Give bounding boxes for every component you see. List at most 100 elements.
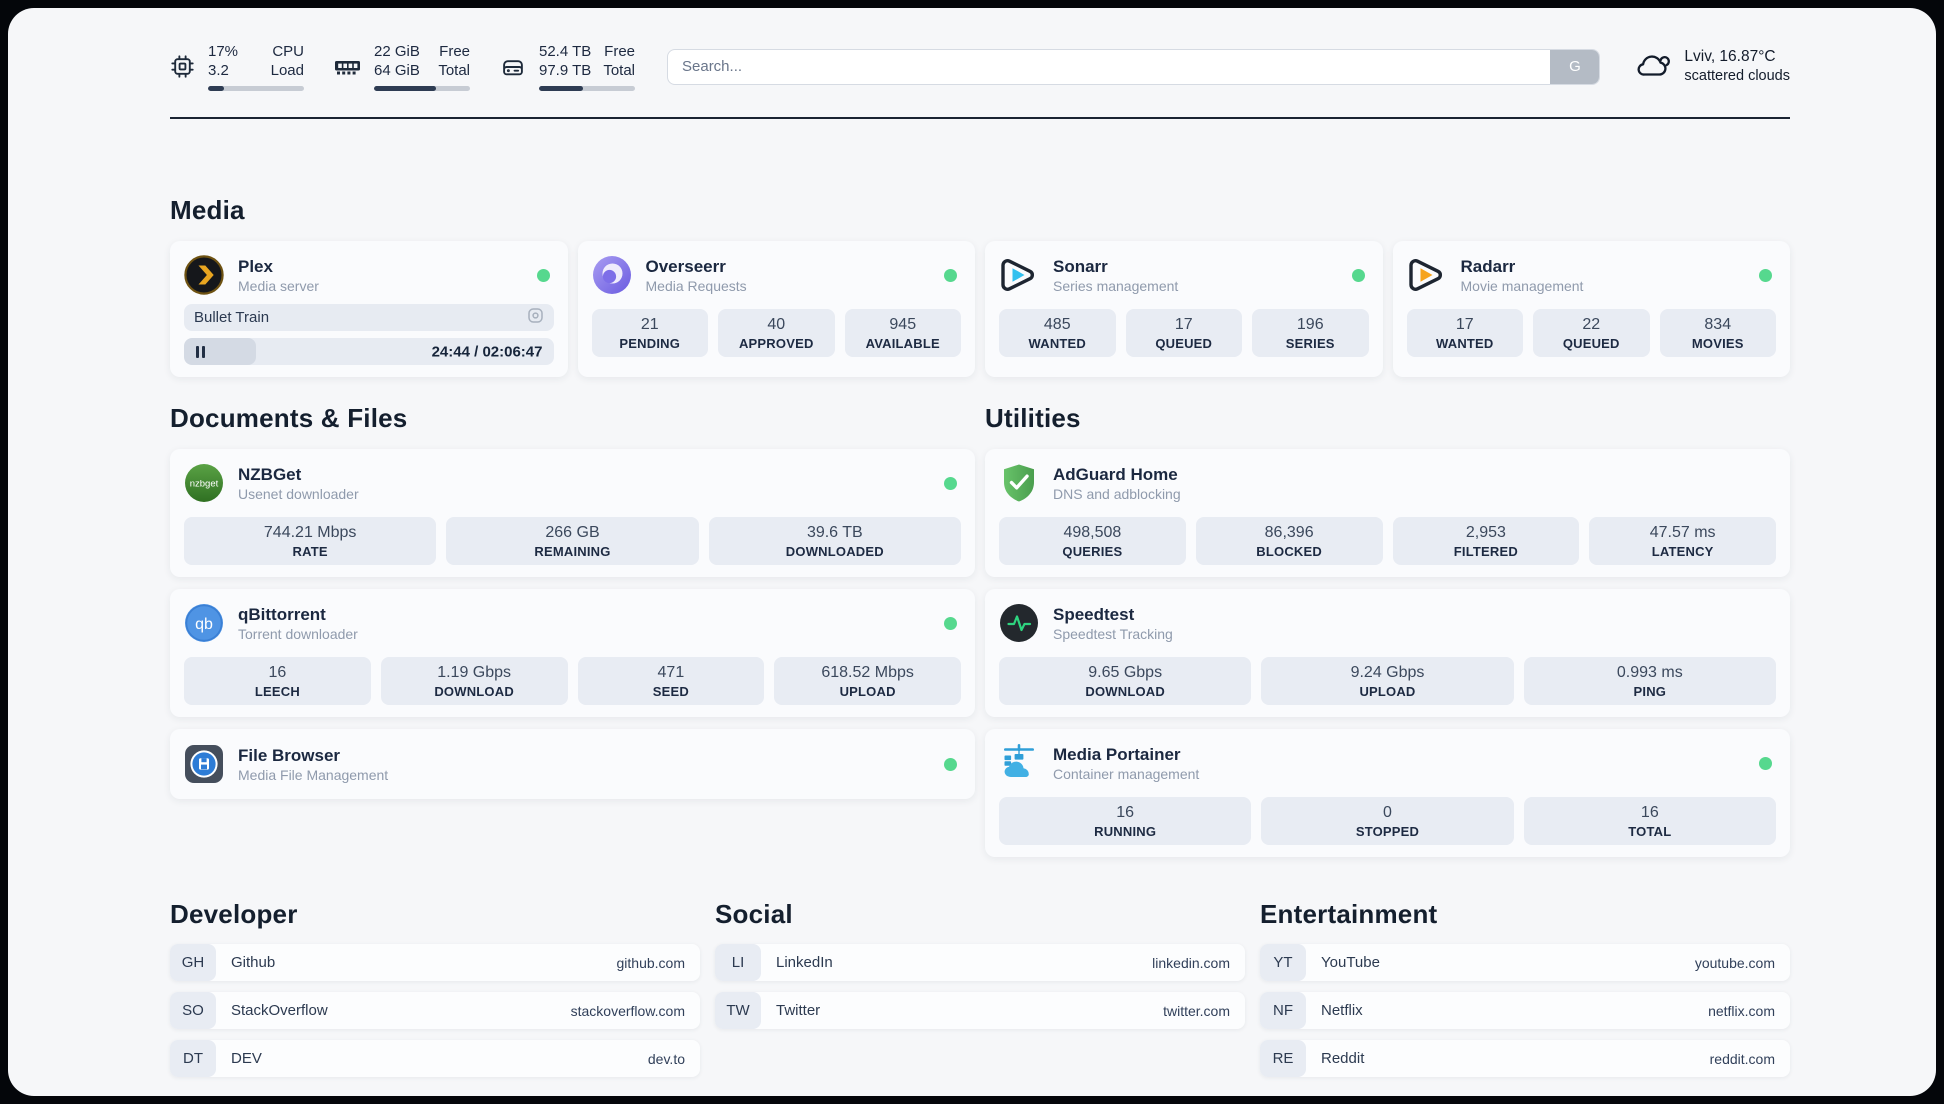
player-progress-fill	[184, 338, 257, 365]
cpu-progress-bar	[208, 86, 304, 91]
disk-progress-bar	[539, 86, 635, 91]
link-url: youtube.com	[1694, 954, 1775, 971]
link-row-github[interactable]: GH Github github.com	[170, 944, 700, 981]
app-name: File Browser	[238, 745, 341, 765]
section-title-social: Social	[715, 899, 793, 929]
link-row-netflix[interactable]: NF Netflix netflix.com	[1260, 992, 1790, 1029]
svg-text:qb: qb	[195, 616, 213, 633]
stat-box: 498,508 QUERIES	[999, 517, 1186, 565]
search-input[interactable]	[667, 48, 1601, 85]
link-row-reddit[interactable]: RE Reddit reddit.com	[1260, 1040, 1790, 1077]
media-grid: Plex Media server Bullet Train 24:44 / 0…	[170, 241, 1790, 377]
speedtest-icon	[999, 603, 1039, 643]
link-abbr: TW	[715, 992, 761, 1029]
ram-progress-bar	[374, 86, 470, 91]
app-card-nzbget[interactable]: nzbget NZBGet Usenet downloader 744.21 M…	[170, 449, 975, 577]
link-url: github.com	[616, 954, 685, 971]
app-card-adguard[interactable]: AdGuard Home DNS and adblocking 498,508 …	[985, 449, 1790, 577]
documents-column: Documents & Files nzbget NZBGet Usenet d…	[170, 401, 975, 799]
weather-condition: scattered clouds	[1684, 68, 1790, 84]
stat-box: 16 LEECH	[184, 657, 371, 705]
link-row-twitter[interactable]: TW Twitter twitter.com	[715, 992, 1245, 1029]
status-online-dot	[944, 757, 957, 771]
adguard-icon	[999, 463, 1039, 503]
app-subtitle: Speedtest Tracking	[1053, 625, 1173, 642]
link-name: StackOverflow	[231, 1002, 328, 1019]
link-url: stackoverflow.com	[570, 1002, 685, 1019]
section-title-entertainment: Entertainment	[1260, 899, 1438, 929]
link-row-linkedin[interactable]: LI LinkedIn linkedin.com	[715, 944, 1245, 981]
status-online-dot	[944, 268, 957, 282]
ram-icon	[334, 57, 361, 77]
app-subtitle: Container management	[1053, 765, 1200, 782]
link-name: Twitter	[776, 1002, 821, 1019]
pause-icon[interactable]	[196, 345, 205, 358]
link-url: twitter.com	[1163, 1002, 1230, 1019]
app-card-portainer[interactable]: Media Portainer Container management 16 …	[985, 729, 1790, 857]
link-row-stackoverflow[interactable]: SO StackOverflow stackoverflow.com	[170, 992, 700, 1029]
link-name: Github	[231, 954, 276, 971]
search-engine-button[interactable]: G	[1550, 49, 1600, 84]
stat-box: 40 APPROVED	[718, 309, 835, 357]
app-name: Overseerr	[645, 256, 726, 276]
ram-values: 22 GiB 64 GiB	[374, 43, 420, 79]
app-card-radarr[interactable]: Radarr Movie management 17 WANTED 22 QUE…	[1392, 241, 1790, 377]
stat-box: 9.65 Gbps DOWNLOAD	[999, 657, 1252, 705]
app-card-filebrowser[interactable]: File Browser Media File Management	[170, 729, 975, 799]
app-card-plex[interactable]: Plex Media server Bullet Train 24:44 / 0…	[170, 241, 568, 377]
disk-widget: 52.4 TB 97.9 TB Free Total	[500, 42, 635, 91]
stat-box: 16 RUNNING	[999, 797, 1252, 845]
link-abbr: YT	[1260, 944, 1306, 981]
social-column: Social LI LinkedIn linkedin.com TW Twitt…	[715, 897, 1245, 1077]
entertainment-column: Entertainment YT YouTube youtube.com NF …	[1260, 897, 1790, 1077]
cloud-icon	[1636, 50, 1672, 83]
disk-values: 52.4 TB 97.9 TB	[539, 43, 592, 79]
topbar-divider	[170, 117, 1790, 119]
app-subtitle: Usenet downloader	[238, 485, 359, 502]
now-playing-title: Bullet Train	[194, 309, 270, 326]
app-name: qBittorrent	[238, 604, 326, 624]
plex-icon	[184, 255, 224, 295]
section-title-documents: Documents & Files	[170, 403, 408, 433]
stat-box: 618.52 Mbps UPLOAD	[774, 657, 961, 705]
system-widgets: 17% 3.2 CPU Load 22 GiB 64 GiB Free Tota…	[170, 42, 635, 91]
cpu-labels: CPU Load	[270, 43, 304, 79]
link-url: dev.to	[647, 1050, 685, 1067]
sonarr-icon	[999, 255, 1039, 295]
status-online-dot	[1351, 268, 1365, 282]
portainer-icon	[999, 743, 1039, 783]
nzbget-icon: nzbget	[184, 463, 224, 503]
link-abbr: GH	[170, 944, 216, 981]
stat-box: 744.21 Mbps RATE	[184, 517, 437, 565]
app-card-speedtest[interactable]: Speedtest Speedtest Tracking 9.65 Gbps D…	[985, 589, 1790, 717]
stat-box: 471 SEED	[577, 657, 765, 705]
stat-box: 39.6 TB DOWNLOADED	[708, 517, 961, 565]
stat-box: 0.993 ms PING	[1523, 657, 1776, 705]
link-url: netflix.com	[1708, 1002, 1775, 1019]
link-row-dev[interactable]: DT DEV dev.to	[170, 1040, 700, 1077]
section-title-developer: Developer	[170, 899, 298, 929]
dashboard-panel: 17% 3.2 CPU Load 22 GiB 64 GiB Free Tota…	[8, 8, 1936, 1096]
stat-box: 17 QUEUED	[1125, 309, 1242, 357]
link-row-youtube[interactable]: YT YouTube youtube.com	[1260, 944, 1790, 981]
app-subtitle: Torrent downloader	[238, 625, 358, 642]
stat-box: 17 WANTED	[1406, 309, 1523, 357]
plex-player-bar[interactable]: 24:44 / 02:06:47	[184, 338, 554, 365]
link-name: Reddit	[1321, 1050, 1365, 1067]
disk-labels: Free Total	[603, 43, 635, 79]
cpu-icon	[170, 54, 195, 79]
status-online-dot	[1759, 268, 1772, 282]
stat-box: 266 GB REMAINING	[446, 517, 699, 565]
filebrowser-icon	[184, 744, 224, 784]
cpu-widget: 17% 3.2 CPU Load	[170, 42, 304, 91]
app-name: Speedtest	[1053, 604, 1135, 624]
monitor-icon	[527, 307, 544, 329]
app-card-sonarr[interactable]: Sonarr Series management 485 WANTED 17 Q…	[985, 241, 1383, 377]
app-subtitle: Media Requests	[645, 277, 747, 294]
stat-box: 196 SERIES	[1252, 309, 1369, 357]
app-name: Sonarr	[1053, 256, 1108, 276]
stat-box: 945 AVAILABLE	[844, 309, 961, 357]
app-card-qbittorrent[interactable]: qb qBittorrent Torrent downloader 16 LEE…	[170, 589, 975, 717]
app-card-overseerr[interactable]: Overseerr Media Requests 21 PENDING 40 A…	[577, 241, 975, 377]
stat-box: 21 PENDING	[591, 309, 708, 357]
